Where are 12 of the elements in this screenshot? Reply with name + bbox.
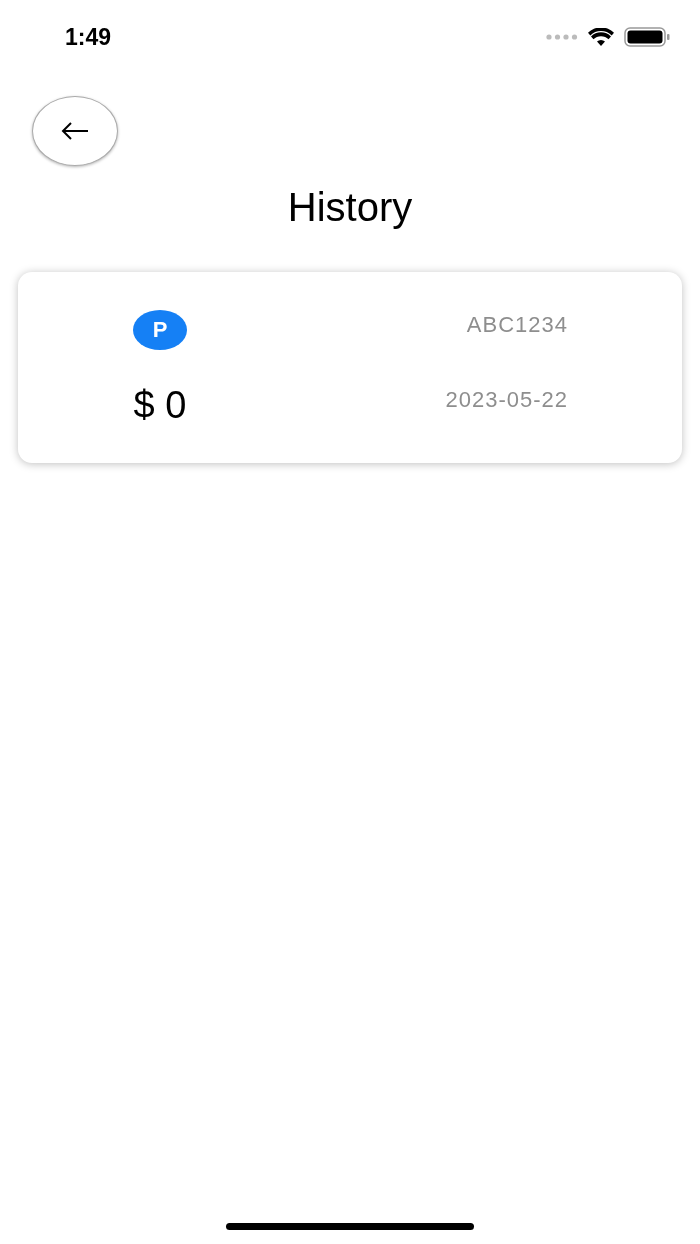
signal-dots-icon xyxy=(546,34,578,40)
battery-icon xyxy=(624,27,670,47)
amount: $ 0 xyxy=(133,384,187,427)
wifi-icon xyxy=(588,27,614,47)
left-arrow-icon xyxy=(60,121,90,141)
date: 2023-05-22 xyxy=(445,387,568,413)
page-title: History xyxy=(286,184,414,231)
history-card[interactable]: P $ 0 ABC1234 2023-05-22 xyxy=(18,272,682,463)
parking-badge: P xyxy=(133,310,187,350)
plate-number: ABC1234 xyxy=(466,312,568,338)
back-button[interactable] xyxy=(32,96,118,166)
status-time: 1:49 xyxy=(65,23,112,51)
